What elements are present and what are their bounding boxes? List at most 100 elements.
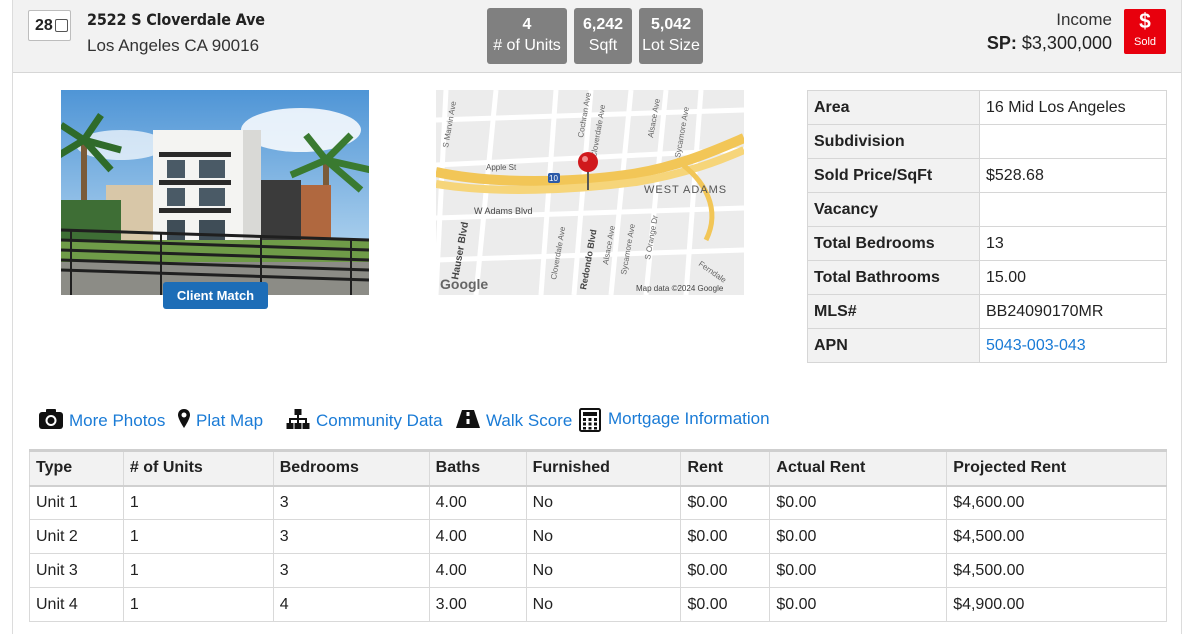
table-cell: 1: [123, 519, 274, 554]
camera-icon: [39, 409, 63, 429]
detail-value-apn: 5043-003-043: [979, 328, 1167, 363]
property-type: Income: [1056, 10, 1112, 29]
table-cell: $0.00: [769, 553, 948, 588]
table-cell: 3: [273, 519, 430, 554]
stat-sqft-label: Sqft: [588, 37, 618, 54]
map-street-apple: Apple St: [486, 163, 517, 172]
map-pin-icon: [178, 409, 190, 428]
sold-price-value: $3,300,000: [1021, 33, 1112, 53]
table-cell: $0.00: [680, 485, 771, 520]
stat-lot-label: Lot Size: [642, 37, 700, 54]
column-header: Type: [29, 449, 124, 487]
status-badge: $ Sold: [1124, 9, 1166, 54]
house-photo-image: [61, 90, 369, 295]
table-row: Unit 1 1 3 4.00 No $0.00 $0.00 $4,600.00: [29, 485, 1167, 520]
property-photo[interactable]: [61, 90, 369, 295]
listing-header: 28 2522 S Cloverdale Ave Los Angeles CA …: [13, 0, 1181, 73]
plat-map-link[interactable]: Plat Map: [177, 406, 267, 436]
table-cell: $0.00: [680, 587, 771, 622]
table-cell: 4.00: [429, 553, 527, 588]
detail-row-area: Area 16 Mid Los Angeles: [807, 90, 1167, 125]
table-cell: 4.00: [429, 485, 527, 520]
map-street-wadams: W Adams Blvd: [474, 206, 533, 216]
mortgage-information-label: Mortgage Information: [608, 409, 770, 428]
more-photos-label: More Photos: [69, 411, 166, 430]
listing-index: 28: [35, 17, 53, 34]
address-line2: Los Angeles CA 90016: [87, 36, 260, 55]
column-header: # of Units: [123, 449, 274, 487]
table-cell: 3.00: [429, 587, 527, 622]
table-cell: $4,600.00: [946, 485, 1167, 520]
stat-units-label: # of Units: [493, 37, 561, 54]
detail-value: 13: [979, 226, 1167, 261]
table-cell: 1: [123, 485, 274, 520]
column-header: Baths: [429, 449, 527, 487]
more-photos-link[interactable]: More Photos: [38, 406, 168, 436]
table-cell: 4: [273, 587, 430, 622]
detail-row-mls: MLS# BB24090170MR: [807, 294, 1167, 329]
stat-sqft: 6,242 Sqft: [574, 8, 632, 64]
detail-label: Total Bathrooms: [807, 260, 980, 295]
detail-row-price-sqft: Sold Price/SqFt $528.68: [807, 158, 1167, 193]
column-header: Bedrooms: [273, 449, 430, 487]
table-cell: $4,500.00: [946, 519, 1167, 554]
map-image: 10 Apple St W Adams Blvd WEST ADAMS S Ma…: [436, 90, 744, 295]
column-header: Actual Rent: [769, 449, 948, 487]
community-data-link[interactable]: Community Data: [286, 406, 446, 436]
detail-label: Subdivision: [807, 124, 980, 159]
detail-row-subdivision: Subdivision: [807, 124, 1167, 159]
road-icon: [456, 410, 480, 428]
table-cell: No: [526, 587, 682, 622]
table-cell: $0.00: [680, 553, 771, 588]
dollar-icon: $: [1139, 10, 1151, 33]
table-cell: $0.00: [680, 519, 771, 554]
listing-select[interactable]: 28: [28, 10, 71, 41]
stat-sqft-value: 6,242: [582, 16, 624, 33]
column-header: Projected Rent: [946, 449, 1167, 487]
mortgage-information-link[interactable]: Mortgage Information: [579, 406, 779, 436]
table-row: Unit 2 1 3 4.00 No $0.00 $0.00 $4,500.00: [29, 519, 1167, 554]
table-cell: 3: [273, 553, 430, 588]
table-cell: Unit 1: [29, 485, 124, 520]
calculator-icon: [579, 408, 601, 432]
table-cell: $0.00: [769, 519, 948, 554]
apn-link[interactable]: 5043-003-043: [986, 337, 1086, 354]
status-text: Sold: [1133, 36, 1157, 48]
detail-label: APN: [807, 328, 980, 363]
select-checkbox[interactable]: [55, 19, 68, 32]
column-header: Furnished: [526, 449, 682, 487]
client-match-badge[interactable]: Client Match: [163, 282, 268, 309]
table-cell: No: [526, 519, 682, 554]
map-district-label: WEST ADAMS: [644, 184, 727, 196]
table-cell: No: [526, 553, 682, 588]
detail-value: [979, 124, 1167, 159]
column-header: Rent: [680, 449, 771, 487]
detail-label: Total Bedrooms: [807, 226, 980, 261]
detail-row-apn: APN 5043-003-043: [807, 328, 1167, 363]
listing-card: 28 2522 S Cloverdale Ave Los Angeles CA …: [12, 0, 1182, 634]
stat-units: 4 # of Units: [487, 8, 567, 64]
table-cell: 3: [273, 485, 430, 520]
stat-units-value: 4: [522, 16, 532, 33]
stat-lot: 5,042 Lot Size: [639, 8, 703, 64]
google-logo: Google: [440, 276, 488, 292]
detail-label: Vacancy: [807, 192, 980, 227]
sitemap-icon: [286, 409, 310, 429]
location-map[interactable]: 10 Apple St W Adams Blvd WEST ADAMS S Ma…: [436, 90, 744, 295]
detail-value: [979, 192, 1167, 227]
detail-row-vacancy: Vacancy: [807, 192, 1167, 227]
table-cell: 1: [123, 553, 274, 588]
table-row: Unit 3 1 3 4.00 No $0.00 $0.00 $4,500.00: [29, 553, 1167, 588]
table-cell: 1: [123, 587, 274, 622]
stat-lot-value: 5,042: [650, 16, 692, 33]
table-cell: Unit 2: [29, 519, 124, 554]
walk-score-link[interactable]: Walk Score: [455, 406, 572, 436]
community-data-label: Community Data: [316, 411, 443, 430]
detail-value: 16 Mid Los Angeles: [979, 90, 1167, 125]
detail-label: Area: [807, 90, 980, 125]
map-pin-icon: [578, 152, 598, 172]
table-cell: 4.00: [429, 519, 527, 554]
units-table: Type # of Units Bedrooms Baths Furnished…: [29, 449, 1167, 622]
property-details-table: Area 16 Mid Los Angeles Subdivision Sold…: [807, 90, 1167, 363]
address-line1[interactable]: 2522 S Cloverdale Ave: [87, 10, 265, 29]
